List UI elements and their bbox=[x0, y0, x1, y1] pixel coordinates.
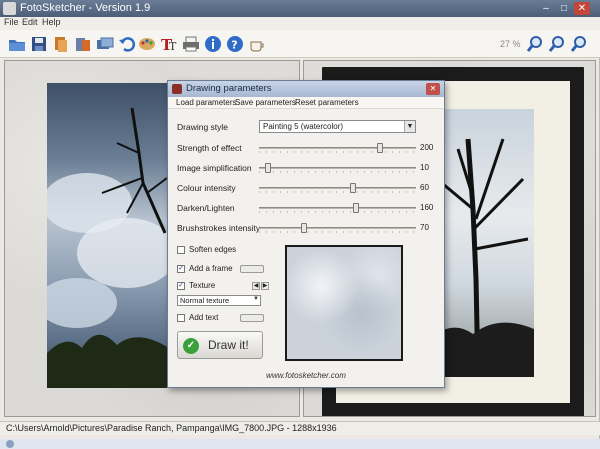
strength-value: 200 bbox=[420, 143, 434, 152]
darken-lighten-value: 160 bbox=[420, 203, 434, 212]
print-icon[interactable] bbox=[182, 35, 200, 53]
texture-label: Texture bbox=[189, 281, 216, 290]
save-icon[interactable] bbox=[30, 35, 48, 53]
svg-text:T: T bbox=[169, 40, 177, 53]
website-link[interactable]: www.fotosketcher.com bbox=[168, 371, 444, 380]
simplification-thumb[interactable] bbox=[265, 163, 271, 173]
darken-lighten-thumb[interactable] bbox=[353, 203, 359, 213]
app-icon bbox=[3, 2, 16, 15]
text-options-button[interactable] bbox=[240, 314, 264, 322]
colour-intensity-value: 60 bbox=[420, 183, 429, 192]
simplification-slider[interactable] bbox=[259, 163, 416, 173]
chevron-down-icon: ▼ bbox=[404, 121, 415, 132]
texture-next-button[interactable]: ▶ bbox=[261, 282, 269, 290]
simplification-value: 10 bbox=[420, 163, 429, 172]
menu-reset-parameters[interactable]: Reset parameters bbox=[295, 98, 359, 107]
info-icon[interactable] bbox=[204, 35, 222, 53]
strength-label: Strength of effect bbox=[177, 143, 242, 153]
palette-icon[interactable] bbox=[138, 35, 156, 53]
status-bar: C:\Users\Arnold\Pictures\Paradise Ranch,… bbox=[0, 421, 600, 435]
texture-select-value: Normal texture bbox=[180, 296, 230, 305]
help-icon[interactable]: ? bbox=[226, 35, 244, 53]
menu-file[interactable]: File bbox=[4, 17, 19, 27]
zoom-out-icon[interactable] bbox=[570, 35, 588, 53]
dialog-title: Drawing parameters bbox=[186, 83, 272, 94]
copy-icon[interactable] bbox=[52, 35, 70, 53]
zoom-fit-icon[interactable] bbox=[548, 35, 566, 53]
window-title: FotoSketcher - Version 1.9 bbox=[20, 2, 151, 14]
frame-options-button[interactable] bbox=[240, 265, 264, 273]
maximize-button[interactable]: □ bbox=[556, 2, 572, 15]
brushstrokes-slider[interactable] bbox=[259, 223, 416, 233]
menu-load-parameters[interactable]: Load parameters bbox=[176, 98, 236, 107]
drawing-style-value: Painting 5 (watercolor) bbox=[263, 122, 344, 131]
draw-it-button[interactable]: ✓ Draw it! bbox=[177, 331, 263, 359]
brushstrokes-value: 70 bbox=[420, 223, 429, 232]
soften-edges-checkbox[interactable] bbox=[177, 246, 185, 254]
text-icon[interactable]: TT bbox=[160, 35, 178, 54]
close-button[interactable]: ✕ bbox=[574, 2, 590, 15]
undo-icon[interactable] bbox=[118, 35, 136, 53]
add-frame-checkbox[interactable]: ✓ bbox=[177, 265, 185, 273]
dialog-close-button[interactable]: ✕ bbox=[426, 83, 440, 95]
texture-checkbox[interactable]: ✓ bbox=[177, 282, 185, 290]
menu-help[interactable]: Help bbox=[42, 17, 61, 27]
minimize-button[interactable]: – bbox=[538, 2, 554, 15]
svg-text:?: ? bbox=[231, 39, 237, 52]
original-photo bbox=[47, 83, 169, 388]
soften-edges-label: Soften edges bbox=[189, 245, 237, 254]
strength-slider[interactable] bbox=[259, 143, 416, 153]
drawing-style-label: Drawing style bbox=[177, 122, 229, 132]
title-bar: FotoSketcher - Version 1.9 – □ ✕ bbox=[0, 0, 600, 17]
add-frame-label: Add a frame bbox=[189, 264, 233, 273]
coffee-icon[interactable] bbox=[248, 35, 266, 53]
zoom-in-icon[interactable] bbox=[526, 35, 544, 53]
add-text-label: Add text bbox=[189, 313, 219, 322]
colour-intensity-label: Colour intensity bbox=[177, 183, 236, 193]
toolbar: TT ? 27 % bbox=[0, 30, 600, 58]
chevron-down-icon: ▼ bbox=[253, 296, 259, 302]
start-orb-icon[interactable] bbox=[6, 440, 14, 448]
texture-preview bbox=[285, 245, 403, 361]
simplification-label: Image simplification bbox=[177, 163, 252, 173]
colour-intensity-thumb[interactable] bbox=[350, 183, 356, 193]
darken-lighten-slider[interactable] bbox=[259, 203, 416, 213]
brushstrokes-label: Brushstrokes intensity bbox=[177, 223, 261, 233]
file-path: C:\Users\Arnold\Pictures\Paradise Ranch,… bbox=[6, 423, 337, 433]
paste-icon[interactable] bbox=[74, 35, 92, 53]
texture-select[interactable]: Normal texture ▼ bbox=[177, 295, 261, 306]
add-text-checkbox[interactable] bbox=[177, 314, 185, 322]
drawing-parameters-dialog: Drawing parameters ✕ Load parameters Sav… bbox=[167, 80, 445, 388]
dialog-title-bar: Drawing parameters ✕ bbox=[168, 81, 444, 97]
menu-save-parameters[interactable]: Save parameters bbox=[235, 98, 296, 107]
dialog-app-icon bbox=[172, 84, 182, 94]
draw-it-label: Draw it! bbox=[208, 338, 249, 352]
darken-lighten-label: Darken/Lighten bbox=[177, 203, 235, 213]
menu-edit[interactable]: Edit bbox=[22, 17, 38, 27]
colour-intensity-slider[interactable] bbox=[259, 183, 416, 193]
drawing-style-select[interactable]: Painting 5 (watercolor) ▼ bbox=[259, 120, 416, 133]
open-folder-icon[interactable] bbox=[8, 35, 26, 53]
texture-prev-button[interactable]: ◀ bbox=[252, 282, 260, 290]
strength-thumb[interactable] bbox=[377, 143, 383, 153]
menu-bar: File Edit Help bbox=[0, 17, 600, 30]
zoom-level: 27 % bbox=[500, 39, 521, 49]
checkmark-icon: ✓ bbox=[183, 338, 199, 354]
dialog-menu: Load parameters Save parameters Reset pa… bbox=[168, 97, 444, 109]
batch-icon[interactable] bbox=[96, 35, 114, 53]
brushstrokes-thumb[interactable] bbox=[301, 223, 307, 233]
taskbar bbox=[0, 439, 600, 449]
